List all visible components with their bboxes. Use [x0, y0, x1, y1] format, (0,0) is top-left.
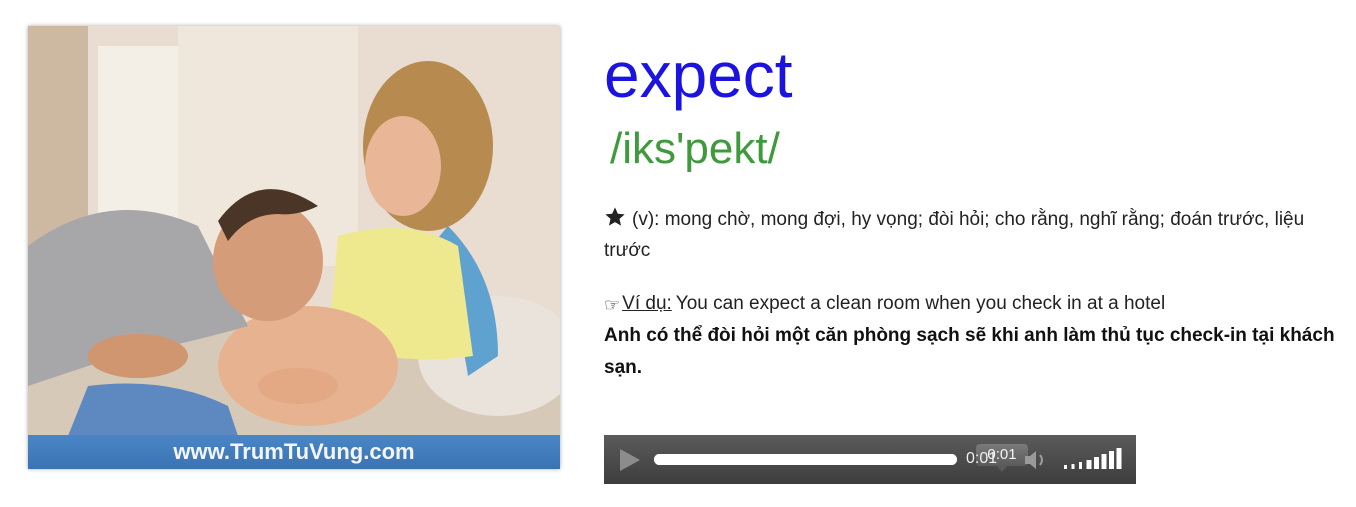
volume-bar[interactable] [1109, 451, 1114, 469]
vocabulary-photo: www.TrumTuVung.com [28, 26, 560, 469]
volume-bar[interactable] [1094, 457, 1099, 469]
example-line: ☞ Ví dụ: You can expect a clean room when … [604, 290, 1344, 319]
audio-player[interactable]: 0:01 0:01 [604, 435, 1136, 484]
example-label: Ví dụ: [622, 293, 672, 314]
definition: (v): mong chờ, mong đợi, hy vọng; đòi hỏ… [604, 206, 1344, 265]
star-icon [604, 206, 626, 237]
definition-text: (v): mong chờ, mong đợi, hy vọng; đòi hỏ… [604, 209, 1305, 261]
volume-bar[interactable] [1064, 465, 1067, 469]
pronunciation: /iks'pekt/ [610, 124, 780, 173]
volume-bar[interactable] [1071, 464, 1075, 469]
progress-track[interactable]: 0:01 [654, 444, 1028, 472]
pointing-hand-icon: ☞ [604, 295, 621, 315]
example-translation: Anh có thể đòi hỏi một căn phòng sạch sẽ… [604, 325, 1335, 378]
volume-level-icon[interactable] [1062, 447, 1128, 473]
current-time: 0:01 [966, 450, 998, 467]
volume-bar[interactable] [1079, 462, 1082, 469]
vocabulary-word: expect [604, 39, 793, 111]
speaker-icon[interactable] [1022, 448, 1052, 472]
volume-bar[interactable] [1101, 454, 1107, 469]
progress-fill [654, 454, 957, 465]
play-icon[interactable] [616, 447, 642, 473]
volume-bar[interactable] [1116, 448, 1122, 469]
couple-photo-image [28, 26, 560, 469]
watermark-banner: www.TrumTuVung.com [28, 435, 560, 469]
volume-bar[interactable] [1086, 460, 1092, 469]
example-sentence: You can expect a clean room when you che… [675, 293, 1166, 314]
